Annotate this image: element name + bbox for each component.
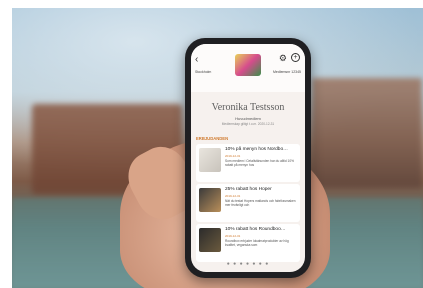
offer-card[interactable]: 10% rabatt hos Roundboo… 2019-12-31 Roun… (196, 224, 300, 262)
plus-circle-icon[interactable]: + (291, 53, 300, 62)
offer-description: Som medlem i Cetallstänunden har du allt… (225, 159, 294, 168)
header-left-label: Stockholm (195, 70, 212, 74)
header-right-label: Medlemsnr 12345 (272, 70, 301, 74)
app-header: ‹ ⚙ + Stockholm Medlemsnr 12345 (191, 44, 305, 92)
phone: ‹ ⚙ + Stockholm Medlemsnr 12345 Veronika… (185, 38, 311, 278)
back-arrow-icon[interactable]: ‹ (195, 54, 198, 65)
membership-validity: Medlemskap giltigt t.o.m. 2020-12-31 (221, 122, 275, 126)
offer-card[interactable]: 25% rabatt hos Hoper 2019-12-31 Nät du t… (196, 184, 300, 222)
blurred-pier-right (312, 78, 422, 188)
section-title: ERBJUDANDEN (196, 136, 229, 141)
brand-logo (235, 54, 261, 76)
offer-image (199, 188, 221, 212)
member-name: Veronika Testsson (211, 102, 285, 113)
offer-card[interactable]: 10% på menyn hos Nordbo… 2019-12-31 Som … (196, 144, 300, 182)
gear-icon[interactable]: ⚙ (279, 53, 287, 64)
offer-title: 25% rabatt hos Hoper (225, 187, 272, 192)
phone-screen: ‹ ⚙ + Stockholm Medlemsnr 12345 Veronika… (191, 44, 305, 272)
offer-title: 10% på menyn hos Nordbo… (225, 147, 288, 152)
offer-description: Nät du testat Hopers matlands och fabrik… (225, 199, 296, 208)
offer-description: Roundbox erbjuder lokalmatprodukter av h… (225, 239, 289, 248)
offer-date: 2019-12-31 (225, 154, 241, 158)
offer-date: 2019-12-31 (225, 194, 241, 198)
offer-title: 10% rabatt hos Roundboo… (225, 227, 286, 232)
offer-image (199, 228, 221, 252)
offer-image (199, 148, 221, 172)
page-indicator: ● ● ● ● ● ● ● (226, 261, 270, 267)
member-type: Huvudmedlem (235, 116, 261, 121)
offer-date: 2019-12-31 (225, 234, 241, 238)
photo-background: ‹ ⚙ + Stockholm Medlemsnr 12345 Veronika… (12, 8, 423, 288)
